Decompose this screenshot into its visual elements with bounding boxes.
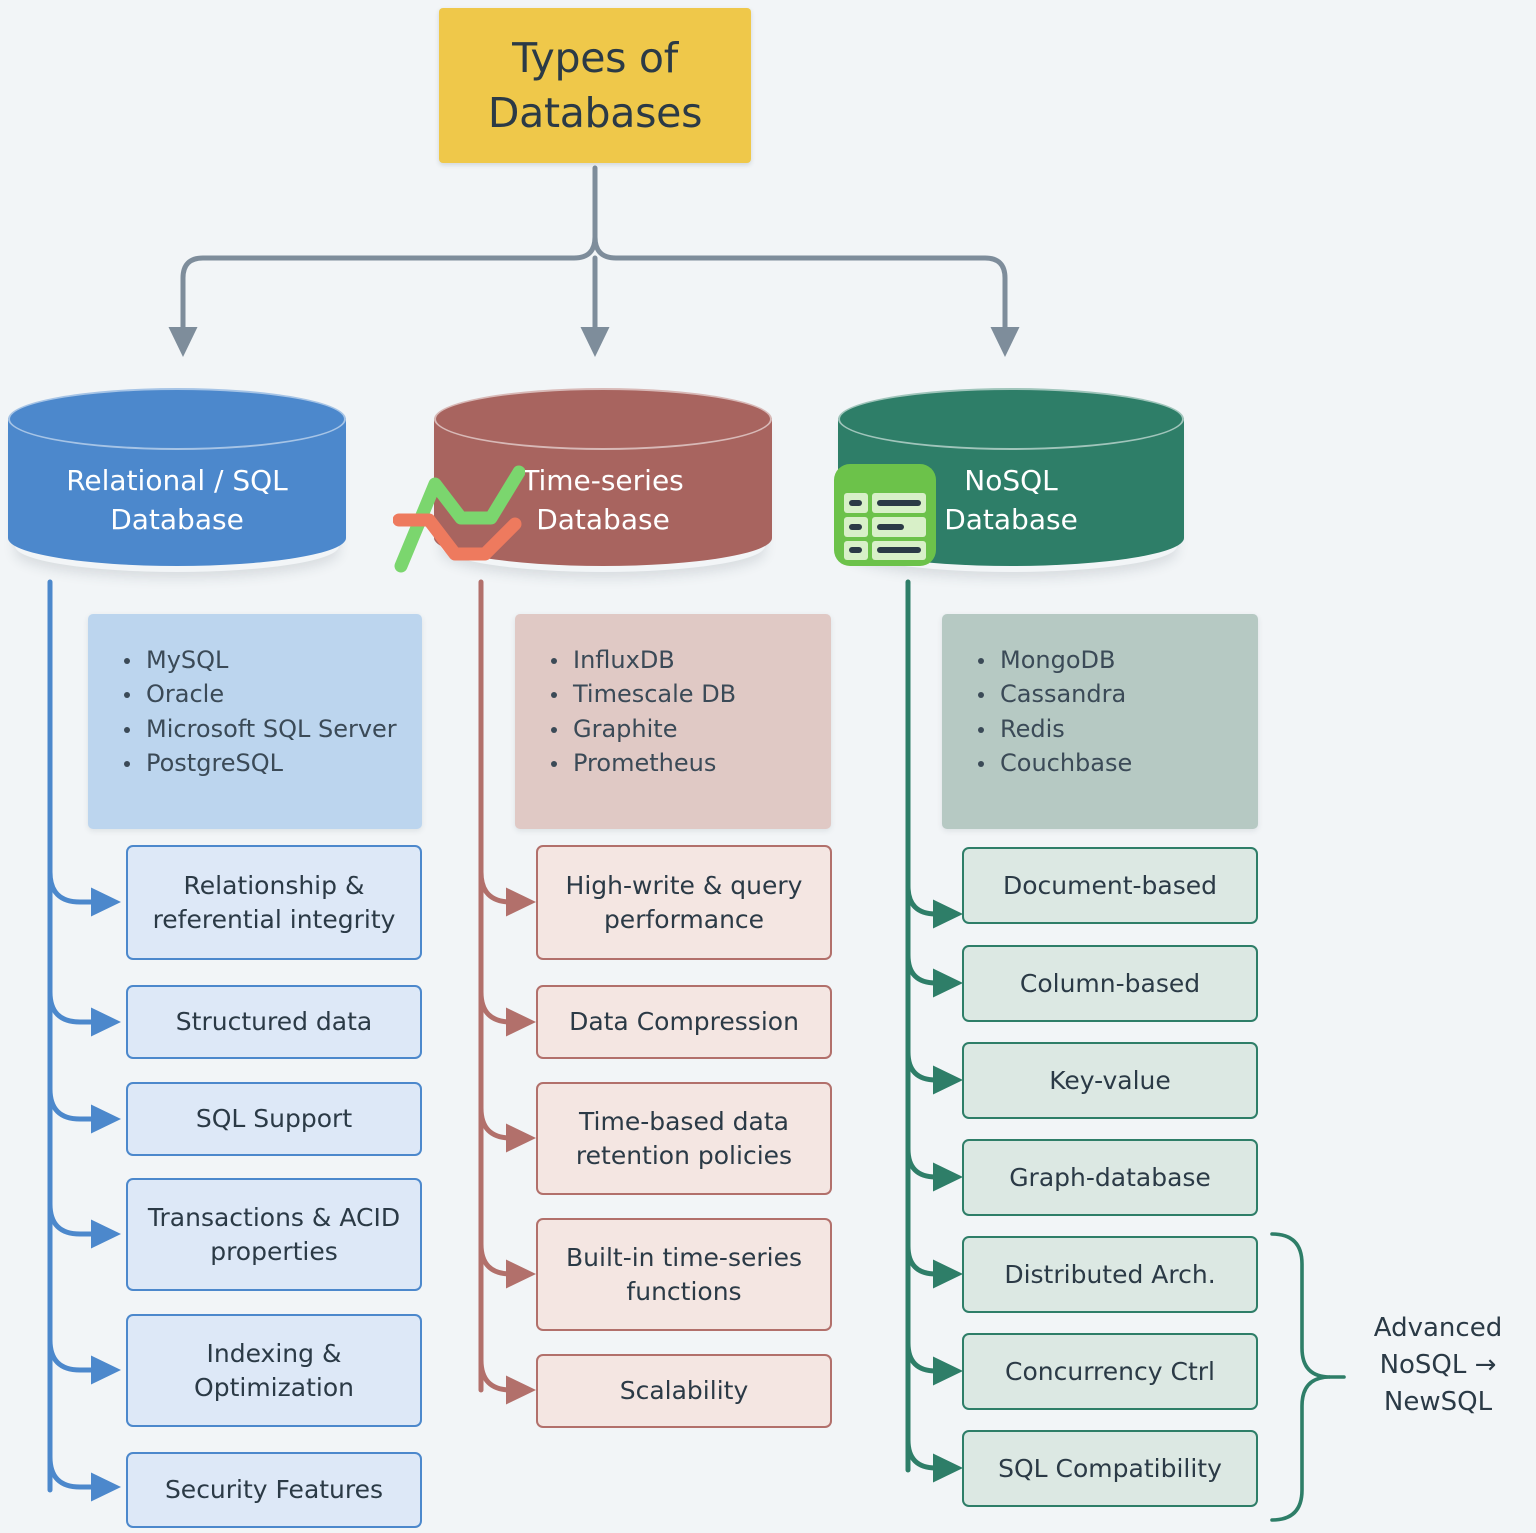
examples-panel-relational: MySQL Oracle Microsoft SQL Server Postgr… [88,614,422,829]
examples-panel-nosql: MongoDB Cassandra Redis Couchbase [942,614,1258,829]
list-item: Redis [978,713,1238,745]
page-title: Types of Databases [487,31,703,139]
feature-card-security-features: Security Features [126,1452,422,1528]
feature-card-structured-data: Structured data [126,985,422,1059]
list-item: Prometheus [551,747,811,779]
line-chart-icon [393,465,525,573]
title-line-1: Types of [512,34,678,83]
feature-card-indexing-optimization: Indexing & Optimization [126,1314,422,1427]
list-item: Graphite [551,713,811,745]
feature-card-graph-database: Graph-database [962,1139,1258,1216]
diagram-title-box: Types of Databases [439,8,751,163]
list-item: PostgreSQL [124,747,402,779]
feature-card-scalability: Scalability [536,1354,832,1428]
feature-card-relationship-integrity: Relationship & referential integrity [126,845,422,960]
examples-list-timeseries: InfluxDB Timescale DB Graphite Prometheu… [549,644,811,780]
examples-list-relational: MySQL Oracle Microsoft SQL Server Postgr… [122,644,402,780]
diagram-canvas: Types of Databases Relational / SQL Data… [0,0,1536,1533]
cylinder-top [434,388,772,450]
list-item: Timescale DB [551,678,811,710]
cylinder-top [8,388,346,450]
list-item: Cassandra [978,678,1238,710]
feature-card-sql-support: SQL Support [126,1082,422,1156]
feature-card-builtin-timeseries-functions: Built-in time-series functions [536,1218,832,1331]
list-item: MySQL [124,644,402,676]
list-item: MongoDB [978,644,1238,676]
feature-card-document-based: Document-based [962,847,1258,924]
list-item: Microsoft SQL Server [124,713,402,745]
list-item: Couchbase [978,747,1238,779]
bracket-label-advanced-nosql-newsql: Advanced NoSQL → NewSQL [1348,1310,1528,1421]
feature-card-data-compression: Data Compression [536,985,832,1059]
bracket-label-line-3: NewSQL [1383,1386,1493,1417]
examples-list-nosql: MongoDB Cassandra Redis Couchbase [976,644,1238,780]
feature-card-transactions-acid: Transactions & ACID properties [126,1178,422,1291]
feature-card-high-write-query-performance: High-write & query performance [536,845,832,960]
bracket-label-line-2: NoSQL → [1379,1349,1497,1380]
feature-card-distributed-arch: Distributed Arch. [962,1236,1258,1313]
bracket-label-line-1: Advanced [1373,1313,1503,1343]
node-relational-sql-database: Relational / SQL Database [8,388,346,580]
examples-panel-timeseries: InfluxDB Timescale DB Graphite Prometheu… [515,614,831,829]
feature-card-time-based-retention: Time-based data retention policies [536,1082,832,1195]
feature-card-concurrency-ctrl: Concurrency Ctrl [962,1333,1258,1410]
cylinder-top [838,388,1184,450]
list-item: Oracle [124,678,402,710]
feature-card-column-based: Column-based [962,945,1258,1022]
list-item: InfluxDB [551,644,811,676]
feature-card-key-value: Key-value [962,1042,1258,1119]
feature-card-sql-compatibility: SQL Compatibility [962,1430,1258,1507]
title-line-2: Databases [487,88,703,137]
database-rows-icon [834,464,936,566]
